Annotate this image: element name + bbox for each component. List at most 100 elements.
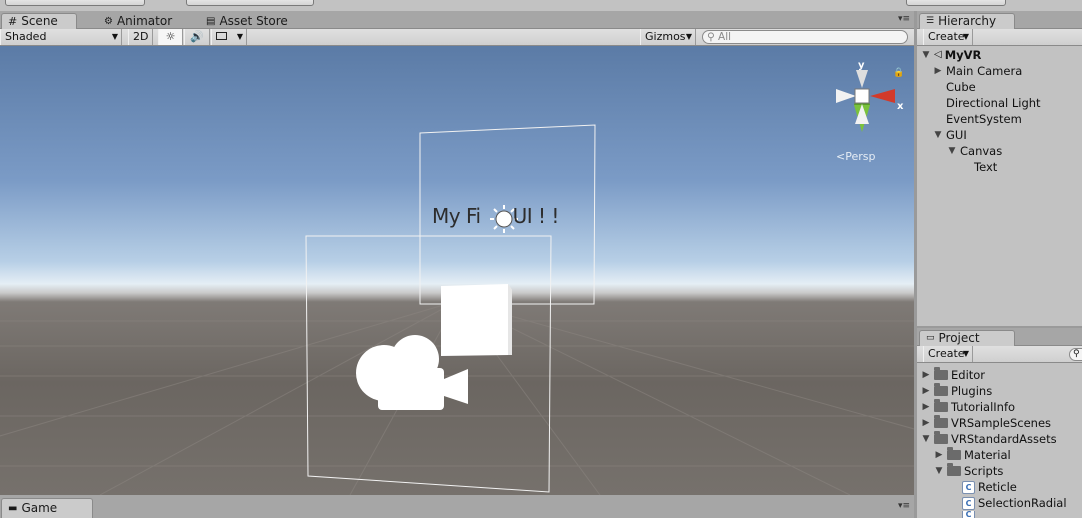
project-item-vrstandardassets[interactable]: ▼ VRStandardAssets xyxy=(921,431,1057,447)
project-create-dropdown[interactable]: Create ▼ xyxy=(923,346,973,362)
orientation-gizmo[interactable] xyxy=(836,70,895,132)
csharp-script-icon: C xyxy=(962,480,975,494)
collapse-arrow-icon[interactable]: ▶ xyxy=(921,399,931,415)
folder-icon xyxy=(947,447,961,460)
image-icon xyxy=(216,32,227,40)
hierarchy-panel: ☰ Hierarchy Create ▼ ▼ ◁ MyVR ▶ Main Cam… xyxy=(917,11,1082,326)
csharp-script-icon: C xyxy=(962,496,975,510)
collapse-arrow-icon[interactable]: ▶ xyxy=(921,415,931,431)
collapse-arrow-icon[interactable]: ▶ xyxy=(921,367,931,383)
hierarchy-item-cube[interactable]: Cube xyxy=(946,79,976,95)
hierarchy-item-eventsystem[interactable]: EventSystem xyxy=(946,111,1022,127)
lighting-toggle-button[interactable]: ☼ xyxy=(158,29,183,45)
unity-scene-icon: ◁ xyxy=(934,49,942,60)
animator-icon: ⚙ xyxy=(104,15,113,27)
lock-icon[interactable]: 🔒 xyxy=(893,68,904,78)
panel-menu-icon[interactable]: ▾≡ xyxy=(898,14,910,24)
x-axis-cone[interactable] xyxy=(870,89,895,103)
grid-icon: # xyxy=(8,15,18,28)
folder-tab-icon: ▭ xyxy=(926,333,935,343)
expand-arrow-icon[interactable]: ▼ xyxy=(921,431,931,447)
folder-icon xyxy=(934,383,948,396)
audio-toggle-button[interactable]: 🔊 xyxy=(184,29,210,45)
store-icon: ▤ xyxy=(206,15,216,27)
hierarchy-item-main-camera[interactable]: ▶ Main Camera xyxy=(933,63,1023,79)
play-controls-group[interactable] xyxy=(906,0,1006,6)
hierarchy-item-gui[interactable]: ▼ GUI xyxy=(933,127,967,143)
hierarchy-tab-bar: ☰ Hierarchy xyxy=(917,11,1082,29)
scene-toolbar: Shaded ▼ 2D ☼ 🔊 ▼ Gizmos ▼ ⚲ All xyxy=(0,29,914,46)
world-ui-text: My Fi UI ! ! xyxy=(432,204,559,228)
collapse-arrow-icon[interactable]: ▶ xyxy=(921,383,931,399)
csharp-script-icon: C xyxy=(962,511,975,518)
folder-icon xyxy=(934,415,948,428)
folder-icon xyxy=(934,399,948,412)
scene-panel: # Scene ⚙ Animator ▤ Asset Store ▾≡ Shad… xyxy=(0,11,914,495)
projection-toggle[interactable]: <Persp xyxy=(836,150,875,163)
expand-arrow-icon[interactable]: ▼ xyxy=(933,127,943,143)
collapse-arrow-icon[interactable]: ▶ xyxy=(933,63,943,79)
persp-icon: < xyxy=(836,150,846,163)
hierarchy-item-directional-light[interactable]: Directional Light xyxy=(946,95,1041,111)
folder-icon xyxy=(947,463,961,476)
chevron-down-icon: ▼ xyxy=(236,32,243,41)
tab-scene[interactable]: # Scene xyxy=(1,13,77,29)
list-icon: ☰ xyxy=(926,16,935,26)
gizmos-dropdown[interactable]: Gizmos ▼ xyxy=(640,29,696,45)
pivot-toggle-group[interactable] xyxy=(186,0,314,6)
tab-animator[interactable]: ⚙ Animator xyxy=(98,13,178,29)
project-search-input[interactable]: ⚲ xyxy=(1069,348,1082,361)
hierarchy-toolbar: Create ▼ xyxy=(917,29,1082,46)
project-item-selectionradial[interactable]: C SelectionRadial xyxy=(962,495,1067,511)
project-panel: ▭ Project Create ▼ ⚲ ▶ Editor ▶ Plugins … xyxy=(917,328,1082,518)
project-item-material[interactable]: ▶ Material xyxy=(934,447,1011,463)
scene-search-input[interactable]: ⚲ All xyxy=(702,30,908,44)
main-toolbar-strip xyxy=(0,0,1082,11)
chevron-down-icon: ▼ xyxy=(685,32,692,41)
project-item-reticle[interactable]: C Reticle xyxy=(962,479,1017,495)
hierarchy-item-text[interactable]: Text xyxy=(974,159,997,175)
game-icon: ▬ xyxy=(8,503,18,514)
scene-viewport[interactable]: My Fi UI ! ! y x 🔒 <Persp xyxy=(0,46,914,495)
project-item-tutorialinfo[interactable]: ▶ TutorialInfo xyxy=(921,399,1015,415)
project-item-editor[interactable]: ▶ Editor xyxy=(921,367,985,383)
chevron-down-icon: ▼ xyxy=(962,349,969,358)
tab-project[interactable]: ▭ Project xyxy=(919,330,1015,346)
project-toolbar: Create ▼ ⚲ xyxy=(917,346,1082,363)
2d-toggle-button[interactable]: 2D xyxy=(128,29,153,45)
hierarchy-item-myvr[interactable]: ▼ ◁ MyVR xyxy=(921,47,982,63)
expand-arrow-icon[interactable]: ▼ xyxy=(947,143,957,159)
neg-x-axis-cone[interactable] xyxy=(836,89,856,103)
search-icon: ⚲ xyxy=(1073,349,1080,359)
panel-menu-icon[interactable]: ▾≡ xyxy=(898,501,910,511)
expand-arrow-icon[interactable]: ▼ xyxy=(934,463,944,479)
collapse-arrow-icon[interactable]: ▶ xyxy=(934,447,944,463)
project-item-plugins[interactable]: ▶ Plugins xyxy=(921,383,992,399)
folder-icon xyxy=(934,367,948,380)
axis-label-x: x xyxy=(897,101,904,112)
chevron-down-icon: ▼ xyxy=(111,32,118,41)
tab-game[interactable]: ▬ Game xyxy=(1,498,93,518)
expand-arrow-icon[interactable]: ▼ xyxy=(921,47,931,63)
tab-hierarchy[interactable]: ☰ Hierarchy xyxy=(919,13,1015,29)
hierarchy-create-dropdown[interactable]: Create ▼ xyxy=(923,29,973,45)
search-icon: ⚲ xyxy=(707,31,715,43)
axis-label-y: y xyxy=(858,60,865,71)
project-item-scripts[interactable]: ▼ Scripts xyxy=(934,463,1003,479)
chevron-down-icon: ▼ xyxy=(962,32,969,41)
project-tab-bar: ▭ Project xyxy=(917,328,1082,346)
game-panel: ▬ Game ▾≡ xyxy=(0,495,914,518)
project-item-partial[interactable]: C xyxy=(962,511,975,518)
speaker-icon: 🔊 xyxy=(190,30,204,43)
effects-dropdown[interactable]: ▼ xyxy=(211,29,247,45)
transform-tools-group[interactable] xyxy=(5,0,145,6)
shading-mode-dropdown[interactable]: Shaded ▼ xyxy=(0,29,122,45)
sun-icon: ☼ xyxy=(165,30,176,43)
cube-object[interactable] xyxy=(441,284,512,356)
scene-tab-bar: # Scene ⚙ Animator ▤ Asset Store ▾≡ xyxy=(0,11,914,29)
project-item-vrsamplescenes[interactable]: ▶ VRSampleScenes xyxy=(921,415,1051,431)
scene-geometry xyxy=(0,70,914,495)
hierarchy-item-canvas[interactable]: ▼ Canvas xyxy=(947,143,1003,159)
tab-asset-store[interactable]: ▤ Asset Store xyxy=(200,13,294,29)
folder-icon xyxy=(934,431,948,444)
